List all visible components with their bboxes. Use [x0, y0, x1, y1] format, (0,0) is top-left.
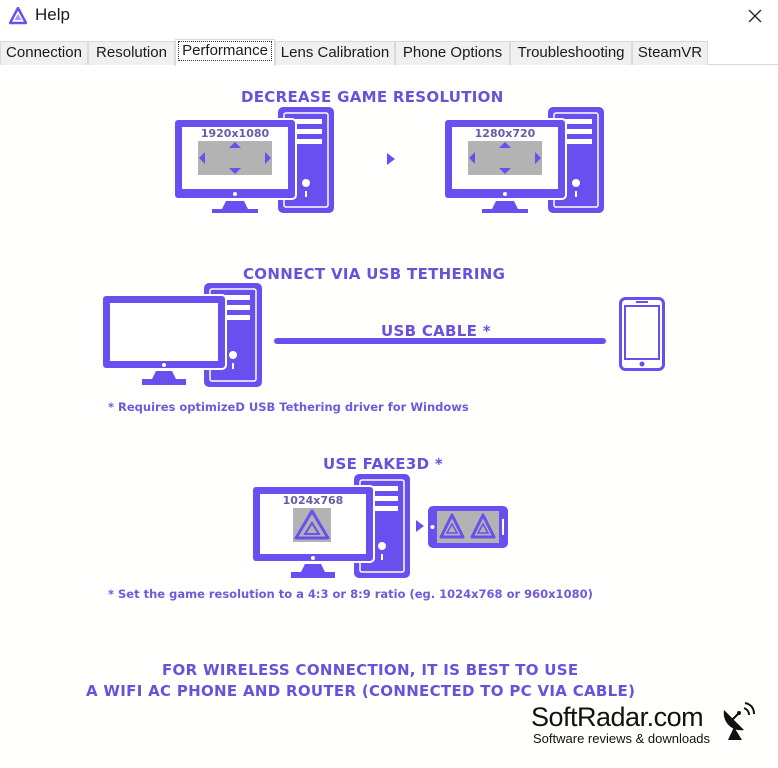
- tab-strip: Connection Resolution Performance Lens C…: [0, 39, 778, 66]
- monitor-icon: 1280x720: [443, 118, 567, 213]
- pc-fake3d-illustration: 1024x768: [251, 474, 410, 578]
- phone-landscape-sbs-icon: [428, 506, 508, 548]
- tab-label: Performance: [178, 41, 272, 61]
- tab-connection[interactable]: Connection: [0, 41, 88, 65]
- arrow-right-icon: [387, 153, 395, 165]
- resolution-label-fake3d: 1024x768: [283, 494, 344, 507]
- watermark-title: SoftRadar.com: [531, 702, 704, 732]
- resolution-label-from: 1920x1080: [201, 127, 270, 140]
- monitor-icon: 1920x1080: [173, 118, 297, 213]
- wireless-tip-line-1: FOR WIRELESS CONNECTION, IT IS BEST TO U…: [162, 661, 579, 679]
- tab-performance[interactable]: Performance: [175, 39, 275, 66]
- pc-low-resolution-illustration: 1280x720: [443, 107, 604, 213]
- tab-label: Troubleshooting: [517, 44, 625, 61]
- tab-resolution[interactable]: Resolution: [88, 41, 175, 65]
- tab-label: Phone Options: [402, 44, 503, 61]
- tab-troubleshooting[interactable]: Troubleshooting: [510, 41, 632, 65]
- tab-label: Resolution: [96, 44, 167, 61]
- title-bar: Help: [0, 0, 778, 34]
- close-icon: [748, 9, 762, 23]
- resolution-label-to: 1280x720: [475, 127, 536, 140]
- tab-label: SteamVR: [637, 44, 703, 61]
- usb-driver-note: * Requires optimizeD USB Tethering drive…: [108, 400, 469, 414]
- usb-cable-line: [274, 338, 606, 344]
- section-heading-usb-tethering: CONNECT VIA USB TETHERING: [243, 265, 506, 283]
- tab-steamvr[interactable]: SteamVR: [632, 41, 708, 65]
- close-button[interactable]: [732, 0, 778, 32]
- fake3d-ratio-note: * Set the game resolution to a 4:3 or 8:…: [108, 587, 593, 601]
- pc-illustration: [101, 283, 262, 387]
- section-heading-decrease-resolution: DECREASE GAME RESOLUTION: [241, 88, 504, 106]
- watermark-subtitle: Software reviews & downloads: [533, 731, 711, 746]
- section-heading-fake3d: USE FAKE3D *: [323, 455, 444, 473]
- window-title: Help: [35, 5, 70, 24]
- pc-high-resolution-illustration: 1920x1080: [173, 107, 334, 213]
- arrow-right-icon: [416, 520, 424, 532]
- tab-label: Lens Calibration: [280, 44, 390, 61]
- phone-icon: [619, 297, 665, 371]
- wireless-tip-line-2: A WIFI AC PHONE AND ROUTER (CONNECTED TO…: [86, 682, 636, 700]
- triangle-logo-icon: [9, 7, 27, 25]
- tab-lens-calibration[interactable]: Lens Calibration: [275, 41, 395, 65]
- satellite-dish-icon: [723, 702, 755, 740]
- tab-label: Connection: [6, 44, 82, 61]
- tab-phone-options[interactable]: Phone Options: [395, 41, 510, 65]
